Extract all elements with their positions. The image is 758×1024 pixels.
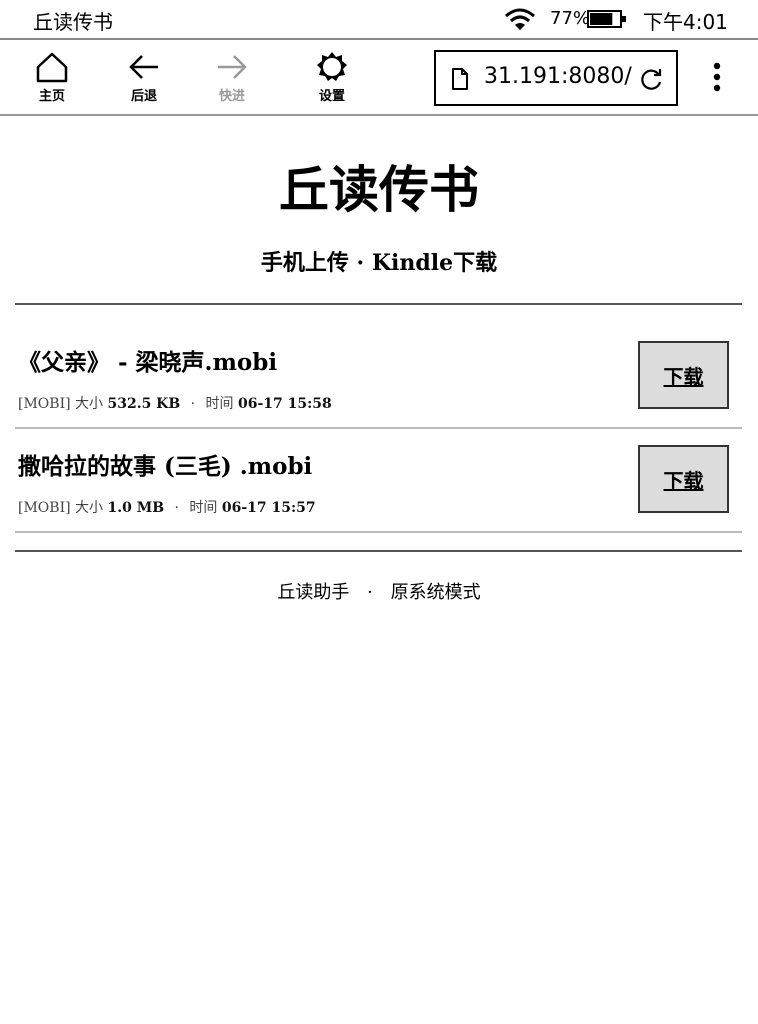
file-meta: [MOBI] 大小 1.0 MB · 时间 06-17 15:57	[18, 497, 316, 517]
divider	[15, 531, 742, 533]
status-app-title: 丘读传书	[33, 10, 113, 34]
download-button[interactable]: 下载	[638, 445, 729, 513]
page-icon	[452, 68, 468, 90]
file-size-label: 大小	[75, 396, 104, 412]
divider	[15, 550, 742, 552]
gear-icon	[317, 52, 347, 81]
footer-link-system-mode[interactable]: 原系统模式	[391, 582, 481, 603]
page-title: 丘读传书	[279, 160, 479, 219]
address-bar[interactable]: 31.191:8080/	[434, 50, 678, 106]
footer-separator: ·	[367, 582, 373, 603]
file-time-label: 时间	[205, 396, 234, 412]
url-text[interactable]: 31.191:8080/	[484, 64, 632, 89]
meta-separator: ·	[174, 500, 179, 516]
file-meta: [MOBI] 大小 532.5 KB · 时间 06-17 15:58	[18, 393, 332, 413]
forward-button[interactable]: 快进	[202, 50, 262, 104]
file-row: 撒哈拉的故事 (三毛) .mobi [MOBI] 大小 1.0 MB · 时间 …	[15, 427, 742, 531]
file-time: 06-17 15:57	[221, 500, 316, 516]
clock: 下午4:01	[643, 10, 728, 34]
file-time: 06-17 15:58	[238, 396, 332, 412]
wifi-icon	[505, 8, 535, 30]
home-label: 主页	[38, 89, 65, 104]
footer: 丘读助手 · 原系统模式	[0, 578, 758, 604]
back-label: 后退	[130, 89, 157, 104]
status-bar: 丘读传书 77% 下午4:01	[0, 0, 758, 40]
back-button[interactable]: 后退	[114, 50, 174, 104]
home-button[interactable]: 主页	[22, 50, 82, 104]
file-time-label: 时间	[189, 500, 218, 516]
battery-percent: 77%	[550, 8, 591, 29]
page-subtitle: 手机上传 · Kindle下载	[260, 250, 498, 276]
file-format: [MOBI]	[18, 500, 71, 516]
meta-separator: ·	[190, 396, 196, 412]
file-size: 532.5 KB	[107, 396, 181, 412]
forward-label: 快进	[218, 89, 245, 104]
file-row: 《父亲》 - 梁晓声.mobi [MOBI] 大小 532.5 KB · 时间 …	[15, 323, 742, 427]
more-menu-icon[interactable]	[706, 62, 728, 94]
download-button[interactable]: 下载	[638, 341, 729, 409]
file-format: [MOBI]	[18, 396, 71, 412]
settings-label: 设置	[318, 89, 345, 104]
battery-icon	[587, 10, 626, 28]
file-name: 《父亲》 - 梁晓声.mobi	[18, 349, 278, 376]
file-size-label: 大小	[75, 500, 104, 516]
home-icon	[36, 52, 68, 83]
file-name: 撒哈拉的故事 (三毛) .mobi	[18, 453, 313, 480]
reload-icon[interactable]	[638, 66, 664, 92]
footer-link-assistant[interactable]: 丘读助手	[277, 582, 349, 603]
file-size: 1.0 MB	[107, 500, 165, 516]
arrow-left-icon	[129, 55, 158, 79]
settings-button[interactable]: 设置	[302, 50, 362, 104]
browser-toolbar: 主页 后退 快进 设置 31.191:8080/	[0, 40, 758, 116]
arrow-right-icon	[218, 55, 247, 79]
divider	[15, 303, 742, 305]
